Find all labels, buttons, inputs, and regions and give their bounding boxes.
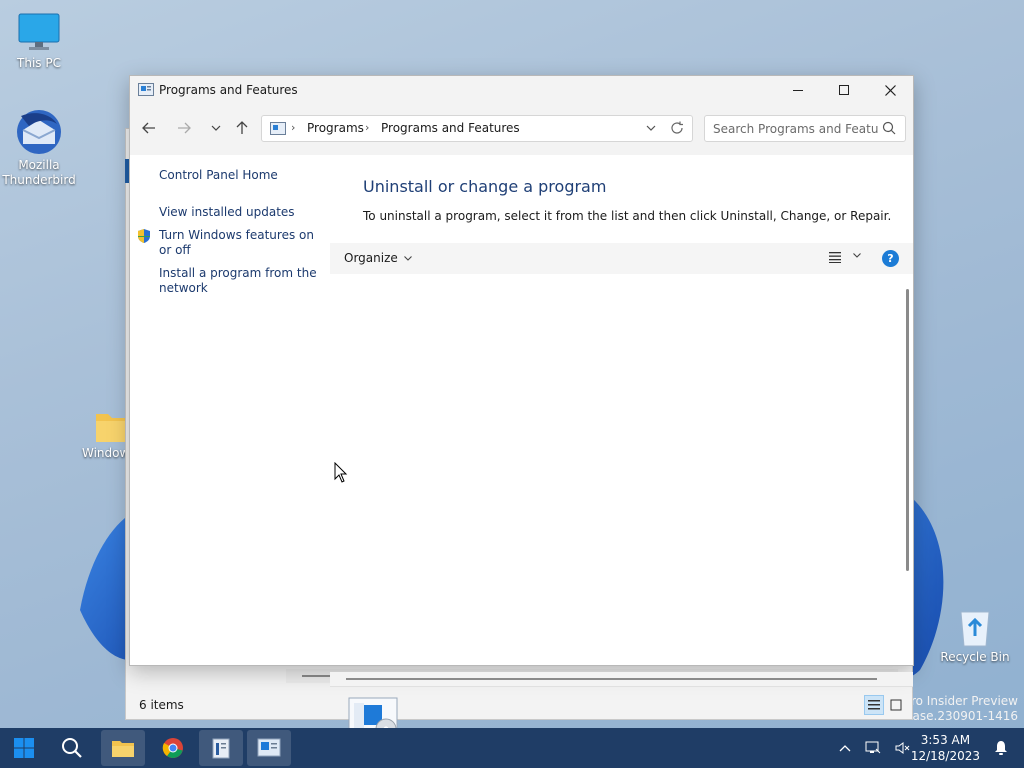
shield-icon bbox=[138, 229, 150, 243]
maximize-button[interactable] bbox=[821, 76, 867, 104]
vertical-scrollbar[interactable] bbox=[906, 289, 909, 571]
help-button[interactable]: ? bbox=[882, 250, 899, 267]
organize-label: Organize bbox=[344, 251, 398, 265]
link-windows-features[interactable]: Turn Windows features on or off bbox=[159, 228, 319, 258]
notifications-button[interactable] bbox=[990, 728, 1012, 768]
monitor-icon bbox=[18, 13, 60, 50]
start-button[interactable] bbox=[2, 730, 46, 766]
refresh-button[interactable] bbox=[670, 121, 684, 138]
notepad-icon bbox=[212, 738, 230, 759]
link-control-panel-home[interactable]: Control Panel Home bbox=[159, 168, 319, 183]
item-count: 6 items bbox=[139, 698, 184, 712]
arrow-up-icon bbox=[236, 121, 248, 134]
network-icon bbox=[865, 741, 881, 754]
forward-button[interactable] bbox=[172, 116, 196, 140]
details-pane bbox=[330, 686, 913, 739]
details-view-button[interactable] bbox=[864, 695, 884, 715]
desktop-icon-recycle-bin[interactable]: Recycle Bin bbox=[936, 606, 1014, 665]
file-explorer-icon bbox=[112, 741, 134, 757]
large-icons-view-button[interactable] bbox=[886, 695, 906, 715]
file-explorer-button[interactable] bbox=[101, 730, 145, 766]
link-install-from-network[interactable]: Install a program from the network bbox=[159, 266, 319, 296]
notepad-button[interactable] bbox=[199, 730, 243, 766]
recycle-bin-icon bbox=[960, 611, 990, 647]
breadcrumb-programs-and-features[interactable]: Programs and Features bbox=[381, 121, 520, 135]
taskbar: 3:53 AM 12/18/2023 bbox=[0, 728, 1024, 768]
clock[interactable]: 3:53 AM 12/18/2023 bbox=[911, 732, 980, 764]
organize-button[interactable]: Organize bbox=[344, 251, 412, 265]
task-pane: Control Panel Home View installed update… bbox=[130, 155, 330, 665]
page-title: Uninstall or change a program bbox=[363, 177, 607, 196]
title-bar[interactable]: Programs and Features bbox=[130, 76, 913, 104]
back-button[interactable] bbox=[137, 116, 161, 140]
breadcrumb-separator: › bbox=[291, 121, 296, 134]
chrome-icon bbox=[162, 738, 183, 758]
change-view-icon[interactable] bbox=[829, 251, 843, 263]
desktop-icon-this-pc[interactable]: This PC bbox=[0, 10, 78, 71]
arrow-right-icon bbox=[178, 122, 191, 134]
list-view-icon bbox=[868, 700, 880, 710]
control-panel-icon bbox=[270, 122, 286, 135]
windows-logo-icon bbox=[14, 738, 34, 758]
search-icon bbox=[62, 738, 82, 758]
control-panel-icon bbox=[138, 83, 154, 96]
close-button[interactable] bbox=[867, 76, 913, 104]
program-list[interactable] bbox=[330, 274, 899, 592]
minimize-button[interactable] bbox=[775, 76, 821, 104]
desktop-icon-thunderbird[interactable]: Mozilla Thunderbird bbox=[0, 108, 78, 188]
horizontal-scrollbar[interactable] bbox=[330, 672, 913, 686]
navigation-bar: › Programs › Programs and Features bbox=[130, 104, 913, 155]
search-input[interactable] bbox=[704, 115, 906, 142]
chevron-down-icon bbox=[646, 125, 656, 131]
chevron-down-icon bbox=[403, 255, 412, 261]
link-view-installed-updates[interactable]: View installed updates bbox=[159, 205, 319, 220]
up-button[interactable] bbox=[230, 116, 254, 140]
arrow-left-icon bbox=[142, 122, 155, 134]
control-panel-icon bbox=[257, 738, 281, 757]
volume-muted-icon bbox=[895, 742, 910, 754]
status-bar: 6 items bbox=[126, 691, 912, 719]
main-content: Uninstall or change a program To uninsta… bbox=[330, 155, 913, 739]
taskbar-search-button[interactable] bbox=[50, 730, 94, 766]
thunderbird-icon bbox=[17, 110, 61, 154]
address-dropdown-button[interactable] bbox=[646, 121, 656, 138]
mouse-cursor-icon bbox=[334, 462, 348, 483]
breadcrumb-separator: › bbox=[365, 121, 370, 134]
chevron-down-icon bbox=[211, 125, 221, 131]
programs-and-features-window[interactable]: Programs and Features › Programs › Progr… bbox=[129, 75, 914, 739]
tiles-view-icon bbox=[890, 699, 902, 711]
recent-locations-button[interactable] bbox=[204, 116, 228, 140]
refresh-icon bbox=[671, 121, 683, 134]
bell-icon bbox=[995, 741, 1007, 755]
control-panel-button[interactable] bbox=[247, 730, 291, 766]
view-options-chevron-icon[interactable] bbox=[853, 253, 861, 258]
window-title: Programs and Features bbox=[159, 83, 298, 97]
chevron-up-icon bbox=[839, 745, 851, 752]
close-icon bbox=[884, 84, 896, 96]
breadcrumb-programs[interactable]: Programs bbox=[307, 121, 364, 135]
minimize-icon bbox=[793, 90, 803, 91]
command-bar: Organize ? bbox=[330, 243, 913, 274]
network-button[interactable] bbox=[862, 728, 884, 768]
clock-time: 3:53 AM bbox=[920, 733, 971, 747]
address-bar[interactable]: › Programs › Programs and Features bbox=[261, 115, 693, 142]
search-icon[interactable] bbox=[882, 121, 896, 135]
page-description: To uninstall a program, select it from t… bbox=[363, 209, 892, 223]
clock-date: 12/18/2023 bbox=[910, 749, 980, 763]
maximize-icon bbox=[839, 85, 849, 95]
chrome-button[interactable] bbox=[151, 730, 195, 766]
show-hidden-icons-button[interactable] bbox=[834, 728, 856, 768]
